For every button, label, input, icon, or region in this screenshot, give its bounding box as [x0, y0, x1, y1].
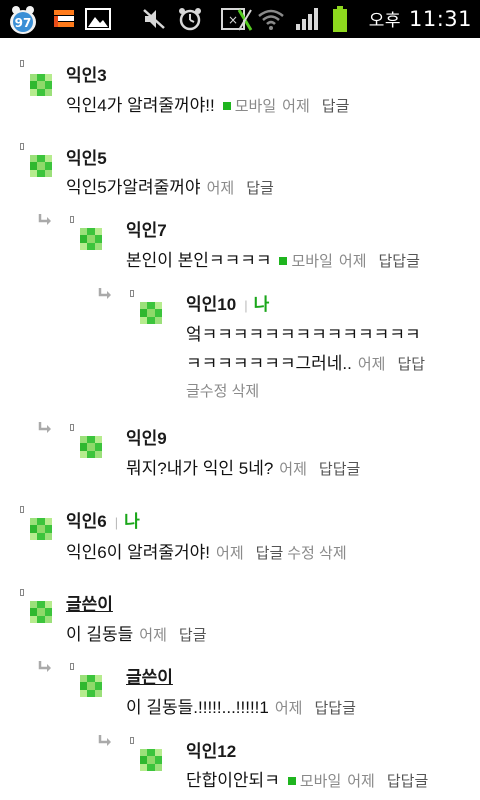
gallery-icon — [84, 0, 112, 38]
comment-marker — [130, 737, 134, 744]
reply-arrow-icon — [38, 422, 51, 433]
wifi-icon — [256, 0, 286, 38]
mute-icon — [140, 0, 168, 38]
comment-author[interactable]: 익인7 — [126, 216, 167, 241]
comment-text: 익인6이 알려줄거야! — [66, 543, 211, 562]
comment-author-name[interactable]: 익인10 — [186, 295, 236, 314]
clock-ampm: 오후 — [368, 11, 401, 31]
mobile-icon — [279, 256, 288, 265]
status-bar: 97 × 오후 11:31 — [0, 0, 480, 38]
comment-body: 이 길동들.!!!!!...!!!!!1 어제 답답글 — [126, 693, 356, 718]
edit-delete-links[interactable]: 수정 삭제 — [287, 545, 346, 562]
comment-marker — [70, 663, 74, 670]
comment-marker — [20, 60, 24, 67]
avatar-pixel-icon — [30, 155, 52, 177]
comment-text: 익인4가 알려줄꺼야!! — [66, 96, 215, 115]
comment-body: 단합이안되ㅋ 모바일 어제 답답글 — [186, 766, 428, 791]
alarm-icon — [176, 0, 204, 38]
comment-date: 어제 — [216, 545, 244, 562]
mobile-icon — [287, 776, 296, 785]
avatar-pixel-icon — [80, 675, 102, 697]
signal-icon — [294, 0, 322, 38]
reply-button[interactable]: 답답글 — [379, 253, 420, 270]
reply-button[interactable]: 답글 — [322, 98, 350, 115]
comment-date: 어제 — [279, 461, 307, 478]
comment-author-name[interactable]: 익인6 — [66, 512, 107, 531]
comment-text: 이 길동들 — [66, 625, 134, 644]
mobile-icon — [222, 101, 231, 110]
comment-date: 어제 — [338, 253, 367, 270]
comment-date: 어제 — [206, 180, 235, 197]
comment-marker — [20, 143, 24, 150]
mobile-label: 모바일 — [299, 773, 342, 790]
separator: | — [114, 515, 119, 530]
comment-author[interactable]: 글쓴이 — [66, 590, 113, 615]
reply-button[interactable]: 답글 — [256, 545, 284, 562]
avatar-pixel-icon — [140, 302, 162, 324]
comment-text: 익인5가알려줄꺼야 — [66, 178, 201, 197]
comment-body-line1: 엌ㅋㅋㅋㅋㅋㅋㅋㅋㅋㅋㅋㅋㅋㅋ — [186, 325, 421, 344]
comment-author[interactable]: 익인9 — [126, 424, 167, 449]
edit-delete-links[interactable]: 글수정 삭제 — [186, 383, 259, 400]
comment-date: 어제 — [282, 98, 310, 115]
data-sync-icon: × — [220, 0, 254, 38]
battery-icon — [330, 0, 350, 38]
comment-body: 익인4가 알려줄꺼야!! 모바일 어제 답글 — [66, 91, 349, 116]
comment-author: 익인6 | 나 — [66, 507, 140, 532]
reply-arrow-icon — [38, 214, 51, 225]
reply-button[interactable]: 답글 — [179, 627, 207, 644]
sim-icon — [52, 0, 76, 38]
comment-marker — [20, 589, 24, 596]
mobile-label: 모바일 — [234, 98, 277, 115]
me-badge: 나 — [253, 295, 270, 314]
comment-body: 뭐지?내가 익인 5네? 어제 답답글 — [126, 454, 360, 479]
me-badge: 나 — [124, 512, 140, 531]
reply-arrow-icon — [38, 661, 51, 672]
comment-body-line2: ㅋㅋㅋㅋㅋㅋㅋ그러네.. 어제 답답 — [186, 349, 425, 374]
svg-text:97: 97 — [15, 16, 32, 30]
reply-button[interactable]: 답답글 — [314, 700, 355, 717]
reply-button[interactable]: 답글 — [246, 180, 274, 197]
comment-actions: 글수정 삭제 — [186, 380, 259, 401]
comment-author[interactable]: 익인12 — [186, 737, 236, 762]
clock: 오후 11:31 — [369, 0, 472, 38]
comment-marker — [130, 290, 134, 297]
comment-date: 어제 — [139, 627, 167, 644]
avatar-pixel-icon — [30, 601, 52, 623]
clock-time: 11:31 — [408, 7, 472, 31]
avatar-pixel-icon — [80, 228, 102, 250]
separator: | — [244, 298, 248, 313]
comment-marker — [70, 216, 74, 223]
avatar-pixel-icon — [30, 518, 52, 540]
reply-button[interactable]: 답답 — [397, 356, 425, 373]
reply-button[interactable]: 답답글 — [319, 461, 360, 478]
comment-author[interactable]: 글쓴이 — [126, 663, 173, 688]
comment-text: ㅋㅋㅋㅋㅋㅋㅋ그러네.. — [186, 354, 352, 373]
svg-text:×: × — [228, 13, 238, 27]
avatar-pixel-icon — [140, 749, 162, 771]
comment-text: 이 길동들.!!!!!...!!!!!1 — [126, 698, 269, 717]
comment-text: 단합이안되ㅋ — [186, 771, 280, 790]
comment-author[interactable]: 익인3 — [66, 61, 107, 86]
comment-marker — [20, 506, 24, 513]
comment-text: 본인이 본인ㅋㅋㅋㅋ — [126, 251, 272, 270]
reply-button[interactable]: 답답글 — [387, 773, 428, 790]
comment-body: 본인이 본인ㅋㅋㅋㅋ 모바일 어제 답답글 — [126, 246, 420, 271]
comment-body: 익인6이 알려줄거야! 어제 답글 수정 삭제 — [66, 538, 347, 563]
comment-text: 뭐지?내가 익인 5네? — [126, 459, 274, 478]
comment-date: 어제 — [357, 356, 386, 373]
talk-badge-icon: 97 — [6, 0, 40, 38]
comment-date: 어제 — [347, 773, 375, 790]
avatar-pixel-icon — [80, 436, 102, 458]
comment-date: 어제 — [274, 700, 303, 717]
comment-body: 익인5가알려줄꺼야 어제 답글 — [66, 173, 274, 198]
reply-arrow-icon — [98, 288, 111, 299]
comment-body: 이 길동들 어제 답글 — [66, 620, 207, 645]
avatar-pixel-icon — [30, 74, 52, 96]
comment-author: 익인10 | 나 — [186, 290, 269, 315]
mobile-label: 모바일 — [291, 253, 333, 270]
reply-arrow-icon — [98, 735, 111, 746]
comment-marker — [70, 424, 74, 431]
comment-author[interactable]: 익인5 — [66, 144, 107, 169]
